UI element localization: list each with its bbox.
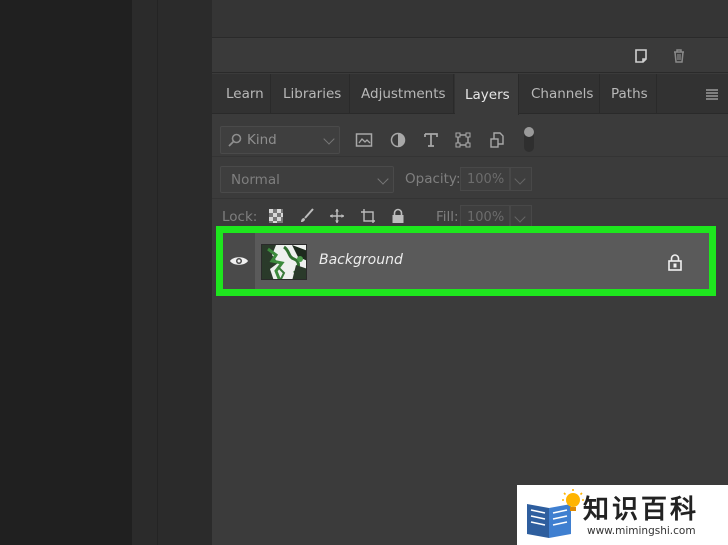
- divider: [212, 198, 728, 199]
- tab-label: Learn: [226, 86, 264, 102]
- filter-kind-select[interactable]: Kind: [220, 126, 340, 154]
- visibility-toggle[interactable]: [223, 233, 255, 289]
- watermark-url: www.mimingshi.com: [587, 525, 696, 537]
- search-icon: [228, 133, 242, 147]
- lock-all-icon[interactable]: [389, 207, 407, 225]
- book-bulb-icon: [527, 489, 584, 538]
- fill-value: 100%: [467, 209, 505, 225]
- artboard-icon[interactable]: [359, 207, 377, 225]
- chevron-down-icon: [514, 173, 526, 185]
- watermark-title: 知识百科: [583, 495, 700, 525]
- move-icon[interactable]: [328, 207, 346, 225]
- tab-label: Layers: [465, 86, 510, 103]
- canvas-dark-area: [0, 0, 132, 545]
- trash-icon[interactable]: [668, 45, 690, 67]
- gutter-divider: [157, 0, 158, 545]
- filter-kind-label: Kind: [247, 132, 277, 148]
- smart-object-filter-icon[interactable]: [486, 129, 508, 151]
- layer-row-background[interactable]: Background: [223, 233, 709, 289]
- watermark-logo: 知识百科 www.mimingshi.com: [517, 485, 728, 545]
- tab-label: Libraries: [283, 86, 342, 102]
- fill-label: Fill:: [436, 209, 459, 225]
- brush-icon[interactable]: [298, 207, 316, 225]
- tab-label: Paths: [611, 86, 648, 102]
- layer-thumbnail: [261, 244, 307, 280]
- chevron-down-icon: [514, 211, 526, 223]
- shape-layer-filter-icon[interactable]: [452, 129, 474, 151]
- new-item-icon[interactable]: [630, 45, 652, 67]
- adjustment-layer-filter-icon[interactable]: [387, 129, 409, 151]
- tab-label: Adjustments: [361, 86, 446, 102]
- divider: [212, 156, 728, 157]
- layer-lock-icon[interactable]: [667, 253, 683, 271]
- opacity-value: 100%: [467, 171, 505, 187]
- panel-menu-icon[interactable]: [704, 86, 720, 102]
- opacity-dropdown-button[interactable]: [510, 167, 532, 191]
- opacity-input[interactable]: 100%: [460, 167, 510, 191]
- tab-adjustments[interactable]: Adjustments: [351, 74, 454, 114]
- tab-learn[interactable]: Learn: [216, 74, 271, 114]
- blend-mode-select[interactable]: Normal: [220, 166, 394, 193]
- lock-transparent-pixels-icon[interactable]: [267, 207, 285, 225]
- tab-layers[interactable]: Layers: [455, 74, 519, 115]
- lock-label: Lock:: [222, 209, 258, 225]
- tab-channels[interactable]: Channels: [521, 74, 600, 114]
- chevron-down-icon: [377, 173, 389, 185]
- opacity-label: Opacity:: [405, 171, 461, 187]
- panel-gutter: [132, 0, 212, 545]
- panel-tab-bar: Learn Libraries Adjustments Layers Chann…: [212, 74, 728, 115]
- tab-paths[interactable]: Paths: [601, 74, 657, 114]
- tab-libraries[interactable]: Libraries: [273, 74, 350, 114]
- type-layer-filter-icon[interactable]: [420, 129, 442, 151]
- layer-name[interactable]: Background: [319, 252, 403, 268]
- upper-panel-area: [212, 0, 728, 38]
- pixel-layer-filter-icon[interactable]: [353, 129, 375, 151]
- blend-mode-label: Normal: [231, 171, 280, 188]
- upper-panel-toolbar: [212, 39, 728, 73]
- filter-toggle-switch[interactable]: [518, 127, 540, 152]
- eye-icon: [230, 257, 248, 265]
- chevron-down-icon: [323, 133, 335, 145]
- tab-label: Channels: [531, 86, 594, 102]
